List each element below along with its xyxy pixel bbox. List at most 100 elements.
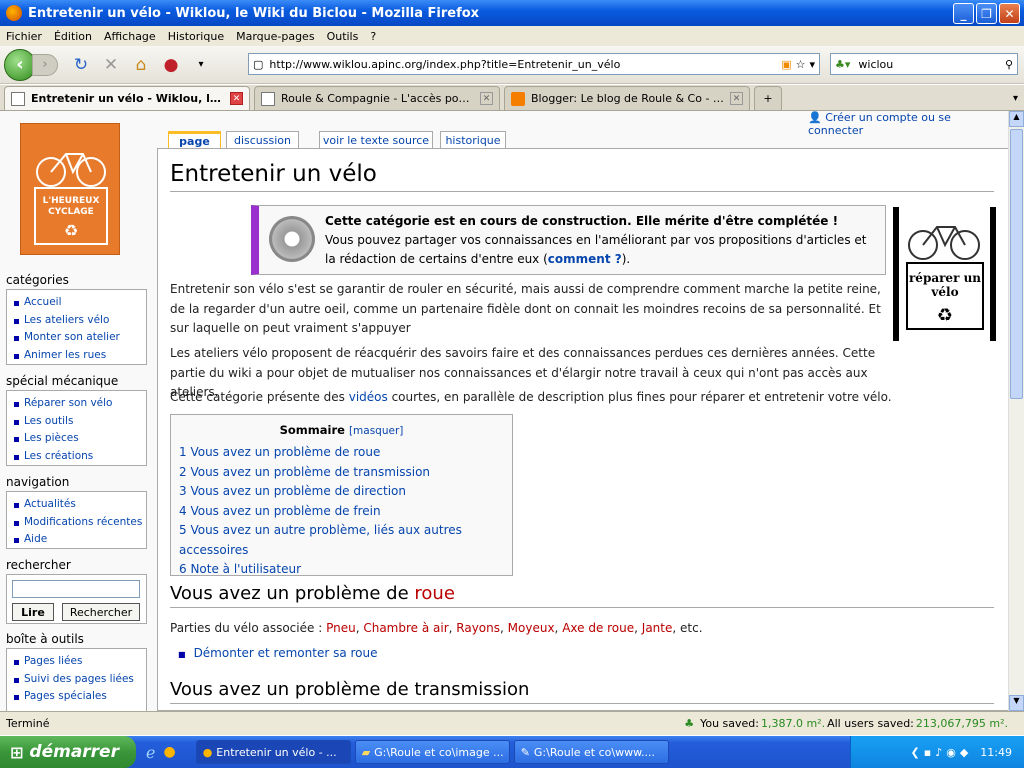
- sidebar-item-outils[interactable]: Les outils: [11, 413, 146, 431]
- reparer-velo-image[interactable]: ♻ réparer un vélo: [893, 207, 996, 341]
- toc-item-2[interactable]: 2 Vous avez un problème de transmission: [179, 463, 504, 483]
- part-rayons[interactable]: Rayons: [456, 621, 500, 635]
- toc-item-5[interactable]: 5 Vous avez un autre problème, liés aux …: [179, 521, 504, 560]
- lire-button[interactable]: Lire: [12, 603, 54, 621]
- toc-item-4[interactable]: 4 Vous avez un problème de frein: [179, 502, 504, 522]
- roue-link[interactable]: roue: [414, 583, 455, 604]
- forward-button[interactable]: ›: [32, 53, 58, 76]
- sidebar-item-accueil[interactable]: Accueil: [11, 294, 146, 312]
- intro-paragraph: Entretenir son vélo s'est se garantir de…: [170, 282, 881, 335]
- videos-paragraph: Cette catégorie présente des vidéos cour…: [170, 388, 990, 408]
- tray-shield-icon[interactable]: ◆: [960, 746, 968, 759]
- part-axe[interactable]: Axe de roue: [562, 621, 634, 635]
- vertical-scrollbar[interactable]: ▲ ▼: [1008, 111, 1024, 711]
- scroll-thumb[interactable]: [1010, 129, 1023, 399]
- menu-historique[interactable]: Historique: [168, 30, 224, 43]
- close-button[interactable]: ✕: [999, 3, 1020, 24]
- sidebar-item-actualites[interactable]: Actualités: [11, 496, 146, 514]
- sidebar-item-pages-speciales[interactable]: Pages spéciales: [11, 688, 146, 706]
- stop-icon[interactable]: ✕: [98, 52, 124, 78]
- toc-item-6[interactable]: 6 Note à l'utilisateur: [179, 560, 504, 580]
- quicklaunch-ie-icon[interactable]: ℯ: [146, 743, 155, 762]
- task-label: Entretenir un vélo - ...: [216, 745, 337, 759]
- login-link-text[interactable]: Créer un compte ou se connecter: [808, 111, 951, 137]
- toc-toggle[interactable]: [masquer]: [349, 425, 403, 437]
- sidebar-item-aide[interactable]: Aide: [11, 531, 146, 549]
- tab-roule-compagnie[interactable]: Roule & Compagnie - L'accès pour tous ..…: [254, 86, 500, 110]
- url-bar[interactable]: ▢ http://www.wiklou.apinc.org/index.php?…: [248, 53, 820, 75]
- menu-marque-pages[interactable]: Marque-pages: [236, 30, 314, 43]
- rss-icon[interactable]: ▣: [781, 58, 791, 71]
- toc-item-1[interactable]: 1 Vous avez un problème de roue: [179, 443, 504, 463]
- toc-toggle-link[interactable]: [masquer]: [349, 425, 403, 437]
- start-button[interactable]: ⊞ démarrer: [0, 736, 136, 768]
- menu-edition[interactable]: Édition: [54, 30, 92, 43]
- sidebar-item-ateliers[interactable]: Les ateliers vélo: [11, 312, 146, 330]
- search-input[interactable]: wiclou: [858, 58, 1005, 71]
- sidebar-item-animer-rues[interactable]: Animer les rues: [11, 347, 146, 365]
- page-title: Entretenir un vélo: [170, 161, 994, 192]
- menu-fichier[interactable]: Fichier: [6, 30, 42, 43]
- menu-help[interactable]: ?: [370, 30, 376, 43]
- sidebar-item-creations[interactable]: Les créations: [11, 448, 146, 466]
- logo-text: L'HEUREUX CYCLAGE: [42, 196, 100, 217]
- tray-network-icon[interactable]: ▪: [924, 746, 931, 759]
- demonter-roue-link[interactable]: Démonter et remonter sa roue: [194, 646, 378, 660]
- maximize-button[interactable]: ❐: [976, 3, 997, 24]
- task-notepad[interactable]: ✎ G:\Roule et co\www....: [513, 740, 669, 764]
- notepad-icon: ✎: [520, 745, 530, 759]
- part-moyeux[interactable]: Moyeux: [508, 621, 555, 635]
- search-icon[interactable]: ⚲: [1005, 58, 1013, 71]
- tab-history[interactable]: historique: [440, 131, 506, 149]
- tab-close-icon[interactable]: ✕: [730, 92, 743, 105]
- tab-page[interactable]: page: [168, 131, 221, 149]
- scroll-up-icon[interactable]: ▲: [1009, 111, 1024, 127]
- taskbar: ⊞ démarrer ℯ ● ● Entretenir un vélo - ...…: [0, 736, 1024, 768]
- task-folder[interactable]: ▰ G:\Roule et co\image ...: [354, 740, 510, 764]
- tab-entretenir[interactable]: Entretenir un vélo - Wiklou, le Wi... ✕: [4, 86, 250, 110]
- sidebar-item-modifications[interactable]: Modifications récentes: [11, 514, 146, 532]
- tab-view-source[interactable]: voir le texte source: [319, 131, 433, 149]
- sidebar-item-monter-atelier[interactable]: Monter son atelier: [11, 329, 146, 347]
- minimize-button[interactable]: _: [953, 3, 974, 24]
- search-box[interactable]: ♣▾ wiclou ⚲: [830, 53, 1018, 75]
- dropdown-icon[interactable]: ▾: [188, 52, 214, 78]
- tab-close-icon[interactable]: ✕: [230, 92, 243, 105]
- videos-link[interactable]: vidéos: [349, 390, 388, 404]
- sidebar-item-pages-liees[interactable]: Pages liées: [11, 653, 146, 671]
- part-jante[interactable]: Jante: [642, 621, 673, 635]
- sidebar-item-suivi[interactable]: Suivi des pages liées: [11, 671, 146, 689]
- bookmark-star-icon[interactable]: ☆: [796, 58, 806, 71]
- new-tab-button[interactable]: +: [754, 86, 782, 110]
- part-pneu[interactable]: Pneu: [326, 621, 356, 635]
- login-link[interactable]: 👤 Créer un compte ou se connecter: [808, 111, 1008, 137]
- sidebar-item-reparer[interactable]: Réparer son vélo: [11, 395, 146, 413]
- sidebar-item-pieces[interactable]: Les pièces: [11, 430, 146, 448]
- url-text[interactable]: http://www.wiklou.apinc.org/index.php?ti…: [269, 58, 781, 71]
- toc-item-3[interactable]: 3 Vous avez un problème de direction: [179, 482, 504, 502]
- quicklaunch-firefox-icon[interactable]: ●: [163, 744, 175, 760]
- addon-icon[interactable]: ●: [158, 52, 184, 78]
- scroll-down-icon[interactable]: ▼: [1009, 695, 1024, 711]
- comment-link[interactable]: comment ?: [548, 252, 622, 266]
- tab-list-icon[interactable]: ▾: [1013, 93, 1018, 104]
- site-logo[interactable]: ♻ L'HEUREUX CYCLAGE: [20, 123, 120, 255]
- menu-outils[interactable]: Outils: [327, 30, 359, 43]
- search-engine-icon[interactable]: ♣▾: [835, 58, 850, 71]
- menu-affichage[interactable]: Affichage: [104, 30, 156, 43]
- url-dropdown-icon[interactable]: ▾: [809, 58, 815, 71]
- task-firefox[interactable]: ● Entretenir un vélo - ...: [195, 740, 351, 764]
- heading-roue-text: Vous avez un problème de: [170, 583, 415, 604]
- rechercher-button[interactable]: Rechercher: [62, 603, 140, 621]
- part-chambre[interactable]: Chambre à air: [363, 621, 448, 635]
- reload-icon[interactable]: ↻: [68, 52, 94, 78]
- tab-discussion[interactable]: discussion: [226, 131, 299, 149]
- home-icon[interactable]: ⌂: [128, 52, 154, 78]
- tray-arrow-icon[interactable]: ❮: [911, 746, 920, 759]
- wiki-search-input[interactable]: [12, 580, 140, 598]
- tab-close-icon[interactable]: ✕: [480, 92, 493, 105]
- clock[interactable]: 11:49: [980, 746, 1012, 759]
- tab-blogger[interactable]: Blogger: Le blog de Roule & Co - Modifi.…: [504, 86, 750, 110]
- tray-globe-icon[interactable]: ◉: [946, 746, 956, 759]
- tray-volume-icon[interactable]: ♪: [935, 746, 942, 759]
